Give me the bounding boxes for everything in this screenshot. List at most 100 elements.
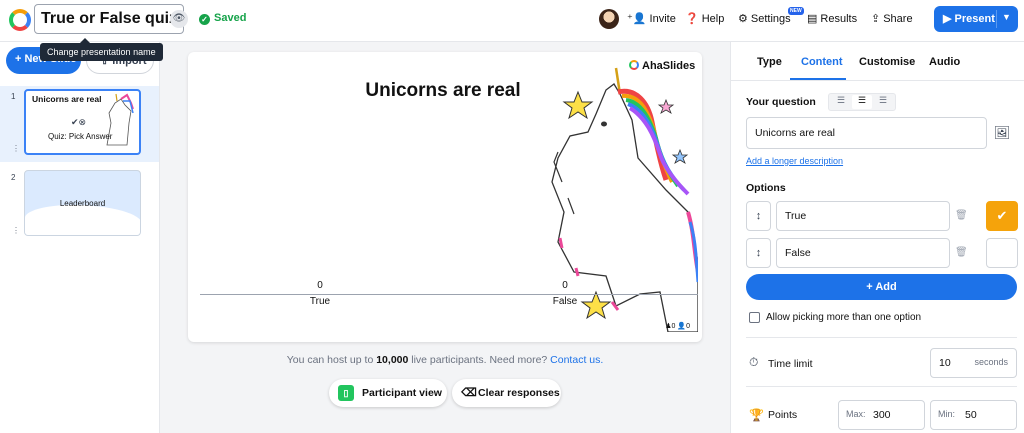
trash-icon[interactable]: 🗑: [955, 210, 968, 221]
invite-label: Invite: [649, 13, 676, 25]
bar-category-label: True: [309, 296, 331, 307]
add-option-button[interactable]: + Add: [746, 274, 1017, 300]
slide-canvas[interactable]: AhaSlides Unicorns are real 0 True 0 Fal…: [188, 52, 702, 342]
points-max-value: 300: [873, 409, 891, 421]
option-value: True: [785, 210, 807, 222]
play-icon: ▶: [943, 13, 955, 25]
slide-list-panel: + New Slide ⇧ Import 1 ⋮ Unicorns are re…: [0, 42, 160, 433]
question-value: Unicorns are real: [755, 127, 835, 139]
unicorn-image: [551, 67, 698, 332]
slide-number: 2: [11, 173, 16, 182]
tab-customise[interactable]: Customise: [859, 56, 915, 68]
host-text-before: You can host up to: [286, 354, 377, 366]
participant-count: 0: [686, 323, 690, 330]
chart-baseline: [200, 294, 698, 295]
cross-circle-icon: ⊗: [78, 117, 87, 127]
drag-handle-icon[interactable]: ↕: [746, 201, 771, 231]
drag-handle-icon[interactable]: ↕: [746, 238, 771, 268]
results-label: Results: [820, 13, 858, 25]
question-input[interactable]: Unicorns are real: [746, 117, 987, 149]
tab-type[interactable]: Type: [757, 56, 782, 68]
trash-icon[interactable]: 🗑: [955, 247, 968, 258]
reaction-count: 0: [671, 323, 676, 330]
drag-handle-icon[interactable]: ⋮: [12, 226, 20, 235]
points-label: Points: [768, 409, 798, 421]
invite-button[interactable]: ⁺👤 Invite: [627, 12, 676, 25]
points-min-input[interactable]: Min: 50: [930, 400, 1017, 430]
tab-audio[interactable]: Audio: [929, 56, 960, 68]
time-limit-label: Time limit: [768, 358, 813, 370]
participant-view-button[interactable]: ▯ Participant view: [329, 379, 447, 407]
align-left-icon[interactable]: ☰: [831, 95, 851, 109]
present-label-wrap: ▶ Present: [943, 12, 995, 25]
presentation-title-input[interactable]: True or False quiz: [34, 4, 185, 34]
points-min-value: 50: [965, 409, 977, 421]
points-min-prefix: Min:: [938, 409, 956, 419]
option-input[interactable]: True: [776, 201, 950, 231]
options-label: Options: [746, 182, 786, 194]
option-value: False: [785, 247, 811, 259]
slide-list-item[interactable]: 2 ⋮ Leaderboard: [0, 166, 159, 238]
participant-view-label: Participant view: [362, 387, 442, 399]
share-button[interactable]: ⇪ Share: [871, 12, 913, 25]
ahaslides-logo-icon[interactable]: [9, 9, 31, 31]
image-icon[interactable]: 🖼: [987, 118, 1017, 148]
eraser-icon: ⌫: [461, 387, 477, 399]
divider: [746, 337, 1017, 338]
slide-thumbnail[interactable]: Leaderboard: [24, 170, 141, 236]
drag-handle-icon[interactable]: ⋮: [12, 144, 20, 153]
correct-answer-toggle[interactable]: ✔: [986, 201, 1018, 231]
thumbnail-title: Unicorns are real: [32, 94, 102, 104]
slide-list-item[interactable]: 1 ⋮ Unicorns are real ✔⊗ Quiz: Pick Answ…: [0, 86, 159, 162]
properties-panel: Type Content Customise Audio Your questi…: [730, 42, 1024, 433]
thumbnail-status-icons: ✔⊗: [71, 117, 86, 128]
settings-button[interactable]: ⚙ Settings: [738, 12, 791, 25]
host-limit-number: 10,000: [376, 354, 409, 366]
new-badge: NEW: [788, 7, 804, 15]
contact-us-link[interactable]: Contact us.: [550, 354, 603, 366]
gear-icon: ⚙: [738, 13, 748, 25]
eye-icon[interactable]: 👁: [170, 10, 188, 28]
text-align-group: ☰ ☰ ☰: [828, 93, 896, 111]
add-option-label: Add: [875, 281, 897, 293]
bar-value-label: 0: [562, 280, 568, 291]
present-label: Present: [954, 13, 995, 25]
check-icon: ✔: [996, 208, 1008, 223]
participant-icon: 👤: [677, 323, 687, 330]
help-button[interactable]: ❓ Help: [685, 12, 724, 25]
tab-divider: [731, 80, 1024, 81]
app-root: True or False quiz 👁 ✓ Saved ⁺👤 Invite ❓ He…: [0, 0, 1024, 433]
points-max-input[interactable]: Max: 300: [838, 400, 925, 430]
correct-answer-toggle[interactable]: [986, 238, 1018, 268]
slide-number: 1: [11, 92, 16, 101]
active-tab-indicator: [790, 78, 846, 80]
option-input[interactable]: False: [776, 238, 950, 268]
response-counts: ♟0 👤0: [665, 322, 690, 330]
multi-select-checkbox[interactable]: [749, 312, 760, 323]
cloud-decoration: [25, 205, 140, 235]
align-center-icon[interactable]: ☰: [852, 95, 872, 109]
check-circle-icon: ✔: [71, 117, 79, 127]
saved-label: Saved: [214, 12, 247, 24]
clear-responses-button[interactable]: ⌫ Clear responses: [452, 379, 561, 407]
timer-icon: ⏱: [749, 355, 759, 369]
points-max-prefix: Max:: [846, 409, 866, 419]
results-button[interactable]: ▤ Results: [807, 12, 857, 25]
top-bar: True or False quiz 👁 ✓ Saved ⁺👤 Invite ❓ He…: [0, 0, 1024, 42]
chevron-down-icon[interactable]: ▼: [1002, 12, 1011, 22]
align-right-icon[interactable]: ☰: [873, 95, 893, 109]
bar-category-label: False: [552, 296, 578, 307]
share-label: Share: [883, 13, 913, 25]
tab-content[interactable]: Content: [801, 56, 843, 68]
add-user-icon: ⁺👤: [627, 13, 647, 25]
time-limit-input[interactable]: 10 seconds: [930, 348, 1017, 378]
add-description-link[interactable]: Add a longer description: [746, 156, 843, 166]
multi-select-label: Allow picking more than one option: [766, 312, 922, 323]
present-divider: [996, 10, 997, 28]
settings-label: Settings: [750, 13, 791, 25]
slide-thumbnail[interactable]: Unicorns are real ✔⊗ Quiz: Pick Answer: [24, 89, 141, 155]
avatar[interactable]: [599, 9, 619, 29]
share-icon: ⇪: [871, 13, 881, 25]
present-button[interactable]: ▶ Present ▼: [934, 6, 1018, 32]
time-limit-unit: seconds: [974, 357, 1008, 367]
